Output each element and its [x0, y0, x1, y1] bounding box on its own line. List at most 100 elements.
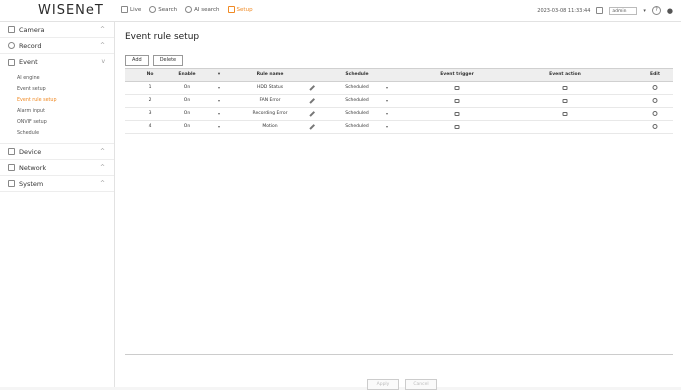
sidebar-item-ai-engine[interactable]: AI engine	[0, 73, 114, 84]
row-no: 2	[148, 98, 152, 103]
schedule-dropdown-icon[interactable]: ▾	[386, 121, 388, 133]
sidebar-item-alarm-input[interactable]: Alarm input	[0, 106, 114, 117]
col-rule-name: Rule name	[256, 72, 284, 77]
row-schedule[interactable]: Scheduled	[345, 121, 369, 133]
nav-search[interactable]: Search	[149, 6, 177, 13]
sidebar-record-label: Record	[19, 41, 42, 50]
table-header: No Enable ▾ Rule name Schedule Event tri…	[125, 68, 673, 82]
event-rule-table: No Enable ▾ Rule name Schedule Event tri…	[125, 68, 673, 355]
row-no: 3	[148, 111, 152, 116]
enable-dropdown-icon[interactable]: ▾	[218, 108, 220, 120]
nav-ai-search[interactable]: AI search	[185, 6, 220, 13]
nav-live[interactable]: Live	[121, 6, 141, 13]
record-icon	[8, 42, 15, 49]
alarm-icon	[562, 95, 568, 107]
col-schedule: Schedule	[345, 72, 369, 77]
ai-search-icon	[185, 6, 193, 13]
enable-dropdown-icon[interactable]: ▾	[218, 95, 220, 107]
top-nav: Live Search AI search Setup	[121, 6, 253, 13]
sidebar-network[interactable]: Network ^	[0, 160, 114, 176]
datetime: 2023-03-08 11:33:44	[537, 7, 591, 14]
alarm-icon	[562, 82, 568, 94]
edit-settings-icon[interactable]	[652, 82, 658, 94]
delete-button[interactable]: Delete	[152, 55, 184, 66]
table-row[interactable]: 2 On ▾ FAN Error Scheduled ▾	[125, 95, 673, 108]
row-schedule[interactable]: Scheduled	[345, 82, 369, 94]
network-icon	[8, 164, 15, 171]
help-icon[interactable]: ?	[651, 6, 661, 15]
row-enable[interactable]: On	[184, 108, 190, 120]
row-enable[interactable]: On	[184, 121, 190, 133]
sidebar-device[interactable]: Device ^	[0, 144, 114, 160]
nav-setup[interactable]: Setup	[227, 6, 253, 13]
col-enable: Enable	[178, 72, 196, 77]
row-rule-name: FAN Error	[259, 98, 281, 103]
edit-name-icon[interactable]	[309, 108, 315, 120]
record-error-icon	[454, 108, 460, 120]
sidebar: Camera ^ Record ^ Event v AI engine Even…	[0, 22, 115, 387]
sidebar-item-schedule[interactable]: Schedule	[0, 128, 114, 139]
row-rule-name: HDD Status	[256, 85, 284, 90]
schedule-dropdown-icon[interactable]: ▾	[386, 108, 388, 120]
hdd-icon	[454, 82, 460, 94]
event-icon	[8, 58, 15, 66]
sidebar-event[interactable]: Event v	[0, 54, 114, 70]
table-row[interactable]: 3 On ▾ Recording Error Scheduled ▾	[125, 108, 673, 121]
power-icon[interactable]: ●	[667, 7, 673, 15]
footer-buttons: Apply Cancel	[367, 379, 437, 390]
nav-setup-label: Setup	[236, 6, 253, 13]
col-select-all[interactable]: ▾	[218, 69, 220, 81]
sidebar-record[interactable]: Record ^	[0, 38, 114, 54]
chevron-up-icon: ^	[99, 164, 105, 171]
sidebar-item-event-rule-setup[interactable]: Event rule setup	[0, 95, 114, 106]
schedule-dropdown-icon[interactable]: ▾	[386, 95, 388, 107]
enable-dropdown-icon[interactable]: ▾	[218, 121, 220, 133]
sidebar-system[interactable]: System ^	[0, 176, 114, 192]
row-schedule[interactable]: Scheduled	[345, 108, 369, 120]
sidebar-item-event-setup[interactable]: Event setup	[0, 84, 114, 95]
row-enable[interactable]: On	[184, 82, 190, 94]
table-row[interactable]: 1 On ▾ HDD Status Scheduled ▾	[125, 82, 673, 95]
col-event-trigger: Event trigger	[440, 72, 474, 77]
record-status-icon[interactable]	[596, 7, 604, 14]
row-rule-name: Recording Error	[252, 111, 288, 116]
row-no: 4	[148, 124, 152, 129]
enable-dropdown-icon[interactable]: ▾	[218, 82, 220, 94]
edit-settings-icon[interactable]	[652, 108, 658, 120]
nav-live-label: Live	[130, 6, 142, 13]
chevron-up-icon: ^	[99, 180, 105, 187]
camera-icon	[8, 26, 15, 33]
chevron-up-icon: ^	[99, 148, 105, 155]
edit-name-icon[interactable]	[309, 82, 315, 94]
row-enable[interactable]: On	[184, 95, 190, 107]
row-schedule[interactable]: Scheduled	[345, 95, 369, 107]
table-row[interactable]: 4 On ▾ Motion Scheduled ▾	[125, 121, 673, 134]
setup-icon	[227, 6, 235, 13]
edit-settings-icon[interactable]	[652, 95, 658, 107]
motion-icon	[454, 121, 460, 133]
schedule-dropdown-icon[interactable]: ▾	[386, 82, 388, 94]
user-select[interactable]: admin	[609, 6, 638, 15]
edit-name-icon[interactable]	[309, 121, 315, 133]
search-icon	[149, 6, 157, 13]
event-submenu: AI engine Event setup Event rule setup A…	[0, 70, 114, 144]
sidebar-item-onvif-setup[interactable]: ONVIF setup	[0, 117, 114, 128]
edit-settings-icon[interactable]	[652, 121, 658, 133]
alarm-icon	[562, 108, 568, 120]
apply-button[interactable]: Apply	[367, 379, 399, 390]
col-no: No	[146, 72, 154, 77]
sidebar-camera-label: Camera	[19, 25, 45, 34]
cancel-button[interactable]: Cancel	[405, 379, 437, 390]
col-event-action: Event action	[549, 72, 581, 77]
system-icon	[8, 180, 15, 187]
main-panel: Event rule setup Add Delete No Enable ▾ …	[115, 22, 681, 390]
user-dropdown-icon[interactable]: ▾	[643, 8, 646, 14]
chevron-up-icon: ^	[99, 26, 105, 33]
edit-name-icon[interactable]	[309, 95, 315, 107]
fan-icon	[454, 95, 460, 107]
top-bar: WISENeT Live Search AI search Setup 2023…	[0, 0, 681, 22]
row-no: 1	[148, 85, 152, 90]
sidebar-system-label: System	[19, 179, 44, 188]
add-button[interactable]: Add	[125, 55, 149, 66]
sidebar-camera[interactable]: Camera ^	[0, 22, 114, 38]
